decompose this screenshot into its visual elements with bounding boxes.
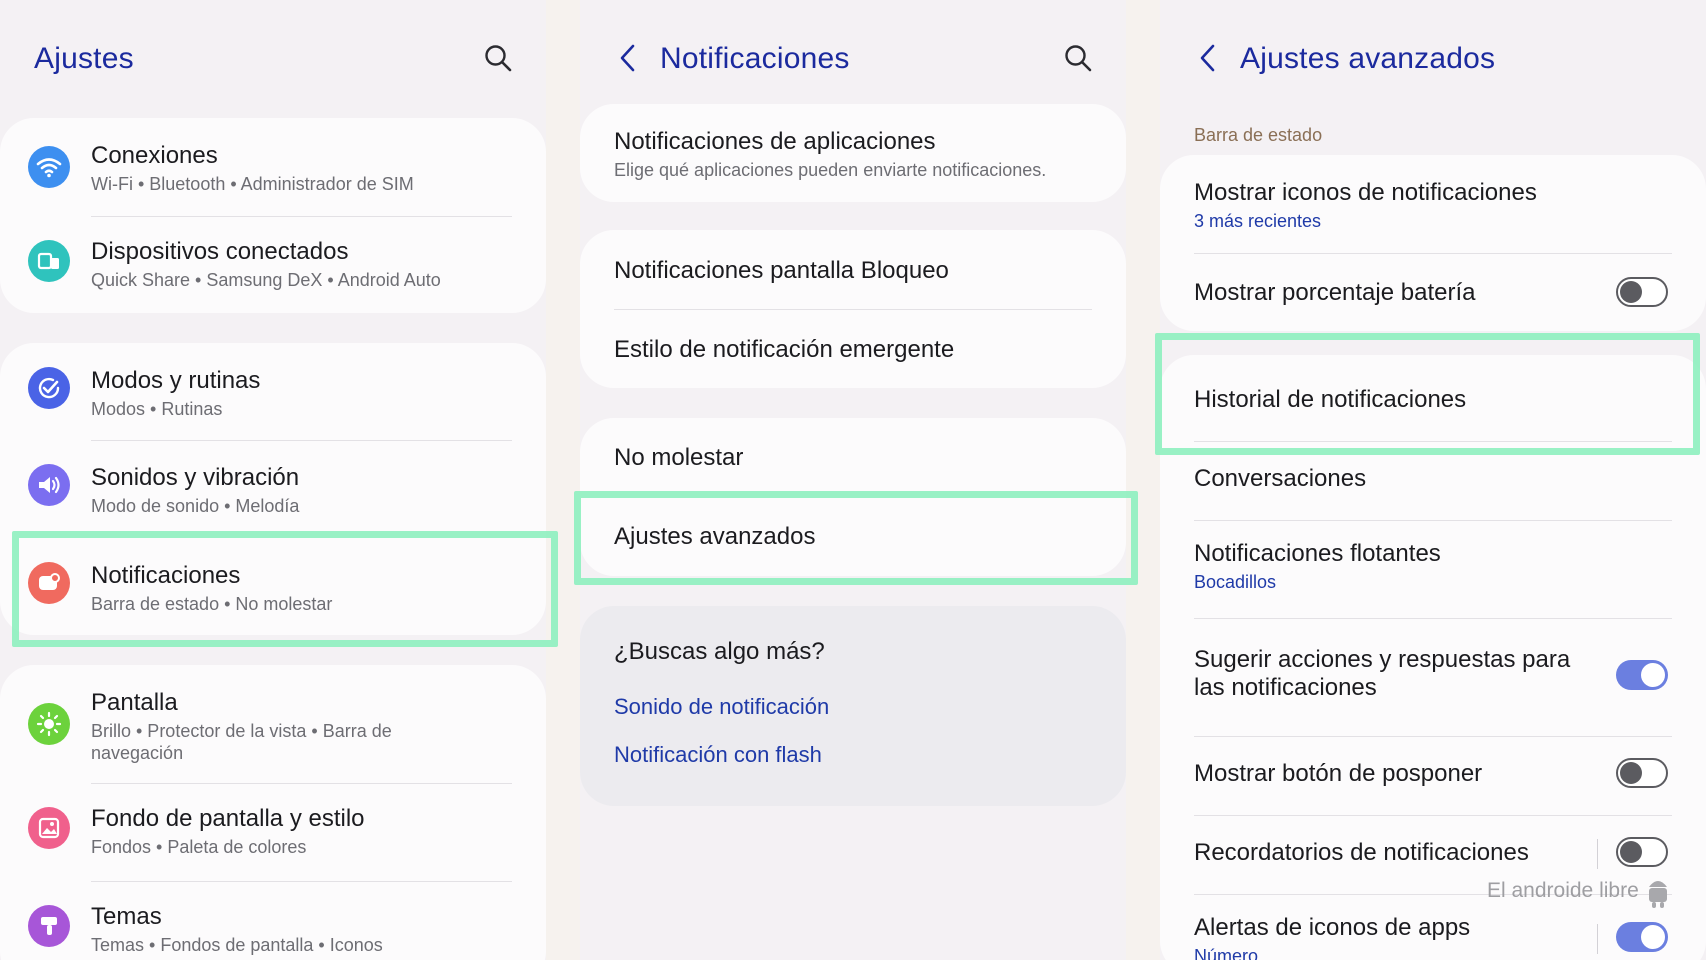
speaker-icon — [28, 464, 70, 506]
watermark-text: El androide libre — [1487, 879, 1639, 902]
notifications-panel: Notificaciones Notificaciones de aplicac… — [580, 0, 1126, 960]
notifications-header: Notificaciones — [580, 0, 1126, 120]
search-button[interactable] — [1060, 40, 1096, 76]
lockscreen-card: Notificaciones pantalla Bloqueo Estilo d… — [580, 230, 1126, 388]
back-button[interactable] — [610, 40, 646, 76]
item-subtitle: Bocadillos — [1194, 572, 1277, 592]
item-title-line2: las notificaciones — [1194, 674, 1377, 701]
settings-card-display: Pantalla Brillo • Protector de la vista … — [0, 665, 546, 960]
search-icon — [1065, 45, 1092, 72]
page-title: Notificaciones — [660, 42, 850, 75]
separator — [1597, 839, 1598, 869]
item-title: Fondo de pantalla y estilo — [91, 805, 365, 832]
page-title: Ajustes avanzados — [1240, 42, 1496, 75]
item-subtitle: Número — [1194, 946, 1259, 960]
item-title: Estilo de notificación emergente — [614, 336, 955, 363]
chevron-left-icon — [1200, 44, 1215, 72]
popup-style-item[interactable]: Estilo de notificación emergente — [580, 309, 1126, 388]
watermark: El androide libre — [1487, 873, 1673, 909]
chevron-left-icon — [620, 44, 635, 72]
item-subtitle: Quick Share • Samsung DeX • Android Auto — [91, 270, 441, 290]
settings-item-pantalla[interactable]: Pantalla Brillo • Protector de la vista … — [0, 665, 546, 783]
sun-icon — [28, 703, 70, 745]
separator — [1597, 924, 1598, 954]
item-subtitle: Fondos • Paleta de colores — [91, 837, 307, 857]
item-subtitle: Modo de sonido • Melodía — [91, 496, 300, 516]
settings-item-modos[interactable]: Modos y rutinas Modos • Rutinas — [0, 343, 546, 440]
page-title: Ajustes — [34, 42, 134, 75]
item-subtitle: Wi-Fi • Bluetooth • Administrador de SIM — [91, 174, 414, 194]
settings-item-conexiones[interactable]: Conexiones Wi-Fi • Bluetooth • Administr… — [0, 118, 546, 216]
settings-item-dispositivos[interactable]: Dispositivos conectados Quick Share • Sa… — [0, 216, 546, 313]
show-notification-icons-item[interactable]: Mostrar iconos de notificaciones 3 más r… — [1160, 155, 1706, 253]
item-title: Temas — [91, 903, 162, 930]
item-title: Pantalla — [91, 689, 178, 716]
do-not-disturb-item[interactable]: No molestar — [580, 418, 1126, 497]
item-title: Recordatorios de notificaciones — [1194, 839, 1529, 866]
back-button[interactable] — [1190, 40, 1226, 76]
search-icon — [485, 45, 512, 72]
highlight-historial — [1155, 333, 1700, 455]
item-title: Notificaciones pantalla Bloqueo — [614, 257, 949, 284]
android-logo-icon — [1648, 881, 1667, 908]
app-notifications-title: Notificaciones de aplicaciones — [614, 128, 936, 155]
status-bar-card: Mostrar iconos de notificaciones 3 más r… — [1160, 155, 1706, 331]
wifi-icon — [28, 146, 70, 188]
app-notifications-subtitle: Elige qué aplicaciones pueden enviarte n… — [614, 160, 1047, 180]
section-status-bar: Barra de estado — [1194, 125, 1323, 145]
item-subtitle: Temas • Fondos de pantalla • Iconos — [91, 935, 383, 955]
settings-panel: Ajustes Conexiones Wi-Fi • Bluetooth • A… — [0, 0, 546, 960]
notification-reminders-toggle[interactable] — [1616, 837, 1668, 867]
item-subtitle: Brillo • Protector de la vista • Barra d… — [91, 721, 392, 741]
item-title: Mostrar iconos de notificaciones — [1194, 179, 1537, 206]
highlight-notificaciones — [12, 531, 558, 647]
item-title: Sonidos y vibración — [91, 464, 300, 491]
advanced-settings-panel: Ajustes avanzados Barra de estado Mostra… — [1160, 0, 1706, 960]
battery-percentage-toggle[interactable] — [1616, 277, 1668, 307]
snooze-button-item[interactable]: Mostrar botón de posponer — [1160, 736, 1706, 815]
advanced-header: Ajustes avanzados — [1160, 0, 1706, 120]
item-title: Alertas de iconos de apps — [1194, 914, 1471, 941]
check-circle-icon — [28, 367, 70, 409]
looking-for-title: ¿Buscas algo más? — [614, 638, 825, 665]
item-subtitle-line2: navegación — [91, 743, 184, 763]
image-icon — [28, 807, 70, 849]
battery-percentage-item[interactable]: Mostrar porcentaje batería — [1160, 253, 1706, 331]
looking-for-card: ¿Buscas algo más? Sonido de notificación… — [580, 606, 1126, 806]
item-subtitle: 3 más recientes — [1194, 211, 1322, 231]
settings-card-connections: Conexiones Wi-Fi • Bluetooth • Administr… — [0, 118, 546, 313]
item-title: Conversaciones — [1194, 465, 1367, 492]
item-subtitle: Modos • Rutinas — [91, 399, 223, 419]
settings-item-fondo[interactable]: Fondo de pantalla y estilo Fondos • Pale… — [0, 783, 546, 881]
highlight-ajustes-avanzados — [574, 491, 1138, 585]
floating-notifications-item[interactable]: Notificaciones flotantes Bocadillos — [1160, 520, 1706, 618]
item-title: Notificaciones flotantes — [1194, 540, 1441, 567]
suggest-actions-item[interactable]: Sugerir acciones y respuestas para las n… — [1160, 618, 1706, 736]
settings-header: Ajustes — [0, 0, 546, 120]
search-button[interactable] — [480, 40, 516, 76]
item-title: Sugerir acciones y respuestas para — [1194, 646, 1571, 673]
app-notifications-card[interactable]: Notificaciones de aplicaciones Elige qué… — [580, 104, 1126, 202]
lock-screen-item[interactable]: Notificaciones pantalla Bloqueo — [580, 230, 1126, 309]
link-flash-notification[interactable]: Notificación con flash — [614, 742, 822, 768]
app-icon-badges-toggle[interactable] — [1616, 922, 1668, 952]
link-notification-sound[interactable]: Sonido de notificación — [614, 694, 829, 720]
snooze-button-toggle[interactable] — [1616, 758, 1668, 788]
settings-item-sonidos[interactable]: Sonidos y vibración Modo de sonido • Mel… — [0, 440, 546, 538]
suggest-actions-toggle[interactable] — [1616, 660, 1668, 690]
item-title: Dispositivos conectados — [91, 238, 349, 265]
item-title: Mostrar porcentaje batería — [1194, 279, 1476, 306]
brush-icon — [28, 905, 70, 947]
item-title: Mostrar botón de posponer — [1194, 760, 1483, 787]
item-title: Modos y rutinas — [91, 367, 261, 394]
devices-icon — [28, 240, 70, 282]
item-title: No molestar — [614, 444, 744, 471]
item-title: Conexiones — [91, 142, 218, 169]
settings-item-temas[interactable]: Temas Temas • Fondos de pantalla • Icono… — [0, 881, 546, 960]
